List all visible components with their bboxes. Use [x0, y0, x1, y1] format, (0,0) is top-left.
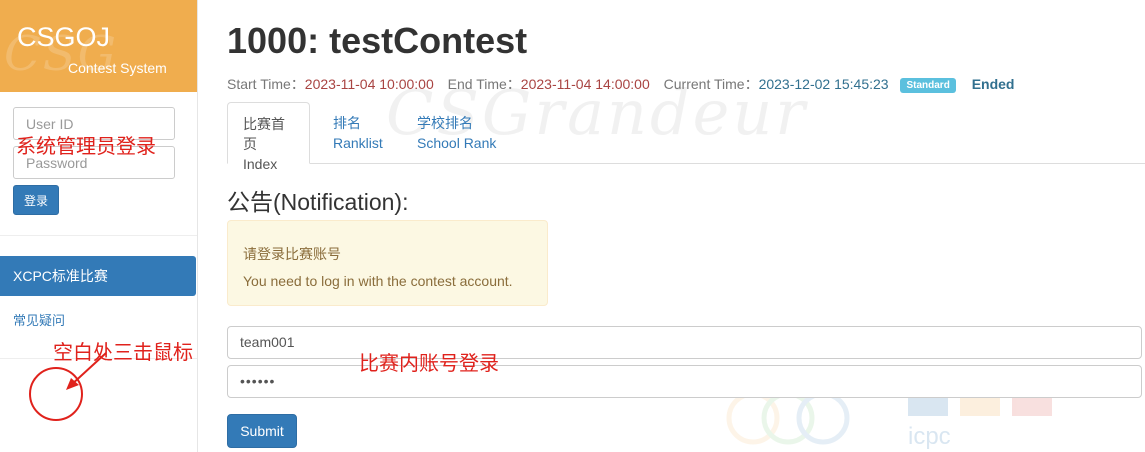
tab-index[interactable]: 比赛首页 Index: [227, 102, 310, 172]
tab-school-rank[interactable]: 学校排名 School Rank: [402, 102, 511, 164]
contest-meta: Start Time：2023-11-04 10:00:00 End Time：…: [227, 74, 1014, 94]
tab-index-zh: 比赛首页: [243, 116, 285, 152]
start-time-value: 2023-11-04 10:00:00: [304, 76, 434, 92]
notification-text-zh: 请登录比赛账号: [243, 246, 341, 262]
contest-type-badge: Standard: [900, 78, 956, 93]
annotation-admin-login: 系统管理员登录: [16, 136, 156, 158]
logo-subtitle: Contest System: [68, 60, 167, 76]
nav-item-faq[interactable]: 常见疑问: [13, 310, 65, 329]
tab-ranklist-en: Ranklist: [333, 135, 383, 151]
start-time-label: Start Time：: [227, 76, 305, 92]
svg-text:icpc: icpc: [908, 423, 951, 450]
page-title: 1000: testContest: [227, 20, 528, 61]
tab-ranklist[interactable]: 排名 Ranklist: [318, 102, 398, 164]
nav-item-xcpc[interactable]: XCPC标准比赛: [0, 256, 196, 296]
contest-status: Ended: [971, 76, 1015, 92]
notification-alert: 请登录比赛账号 You need to log in with the cont…: [227, 220, 548, 306]
tab-ranklist-zh: 排名: [333, 115, 361, 131]
main-content: CSGrandeur icpc 1000: testContest Start …: [198, 0, 1145, 452]
login-button[interactable]: 登录: [13, 185, 59, 215]
logo[interactable]: CSG CSGOJ Contest System: [0, 0, 197, 92]
end-time-label: End Time：: [447, 76, 521, 92]
current-time-label: Current Time：: [663, 76, 759, 92]
tab-index-en: Index: [243, 156, 278, 172]
tab-school-rank-en: School Rank: [417, 135, 497, 151]
notification-heading: 公告(Notification):: [227, 189, 409, 215]
current-time-value: 2023-12-02 15:45:23: [758, 76, 889, 92]
annotation-arrow-icon: [66, 352, 107, 390]
logo-title: CSGOJ: [17, 22, 111, 52]
tab-school-rank-zh: 学校排名: [417, 115, 473, 131]
annotation-contest-login: 比赛内账号登录: [359, 353, 499, 375]
sidebar-divider: [0, 235, 197, 236]
notification-text-en: You need to log in with the contest acco…: [243, 273, 513, 289]
end-time-value: 2023-11-04 14:00:00: [520, 76, 650, 92]
submit-button[interactable]: Submit: [227, 414, 297, 448]
